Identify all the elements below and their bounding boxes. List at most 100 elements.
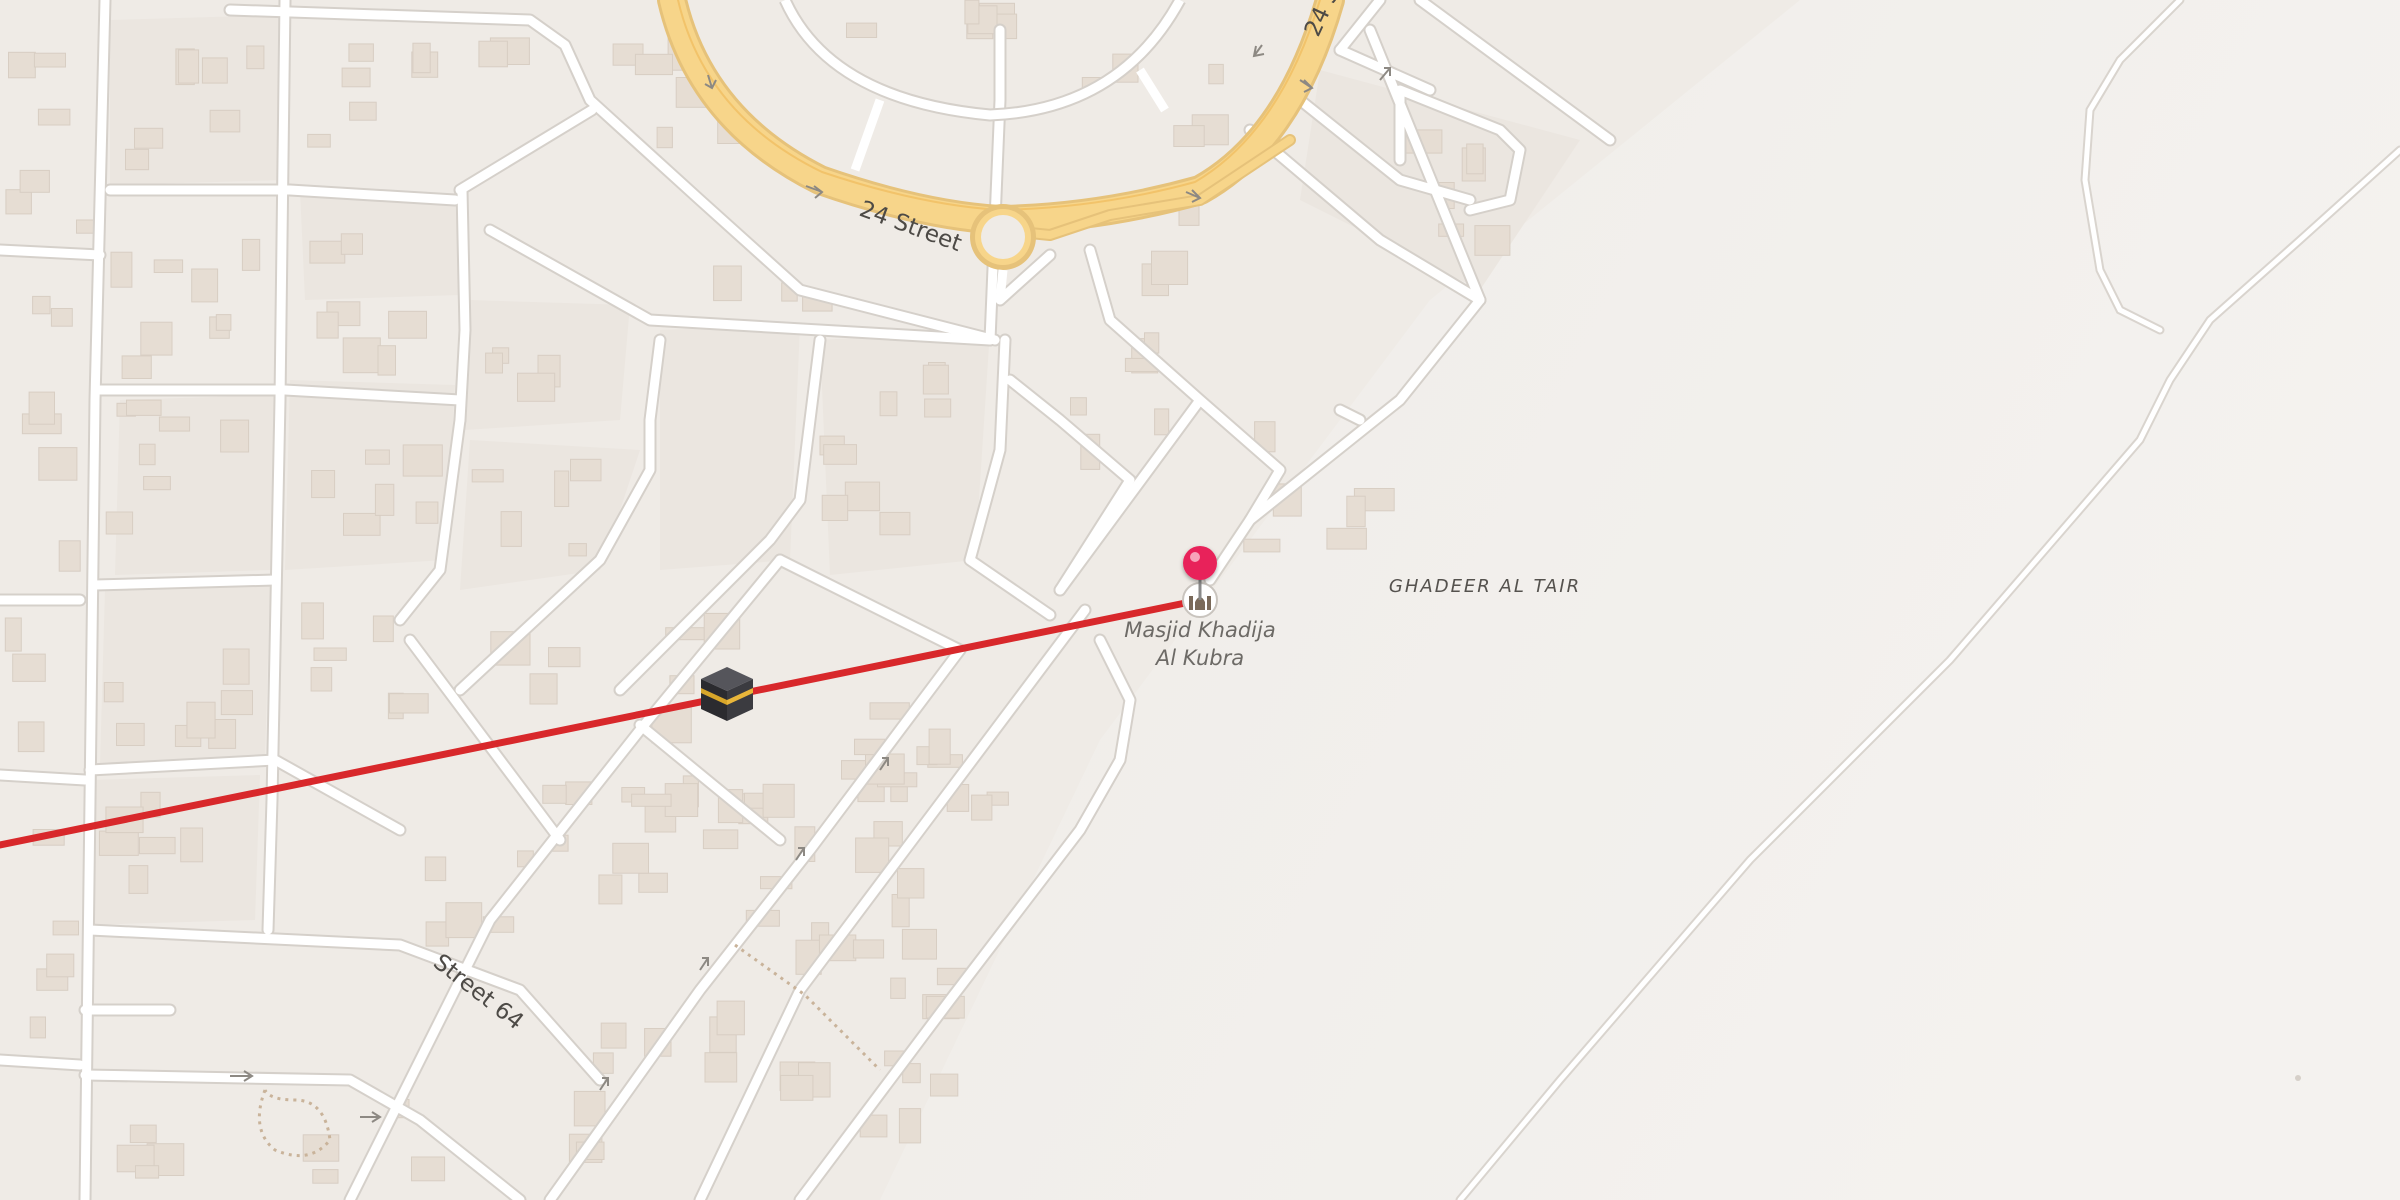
building bbox=[388, 310, 428, 339]
building bbox=[50, 308, 73, 327]
building bbox=[180, 827, 204, 863]
building bbox=[638, 872, 668, 893]
building bbox=[377, 345, 396, 376]
building bbox=[529, 673, 558, 705]
building bbox=[186, 701, 216, 739]
roundabout-center bbox=[981, 215, 1025, 259]
building bbox=[58, 540, 81, 572]
building bbox=[153, 259, 184, 273]
building bbox=[209, 109, 241, 133]
building bbox=[191, 268, 219, 303]
building bbox=[568, 543, 587, 557]
building bbox=[1154, 408, 1170, 436]
map-dot bbox=[2295, 1075, 2301, 1081]
building bbox=[215, 314, 232, 331]
building bbox=[1326, 527, 1367, 550]
building bbox=[891, 894, 910, 928]
building bbox=[542, 784, 567, 804]
building bbox=[139, 836, 176, 855]
building bbox=[241, 238, 261, 271]
building bbox=[135, 1165, 160, 1179]
building bbox=[548, 647, 581, 668]
building bbox=[424, 856, 447, 882]
building bbox=[855, 837, 890, 873]
building bbox=[316, 311, 339, 339]
building bbox=[17, 721, 45, 753]
building bbox=[402, 444, 443, 477]
building bbox=[29, 1016, 47, 1039]
building bbox=[1474, 225, 1511, 256]
building bbox=[349, 101, 377, 121]
building bbox=[365, 449, 390, 465]
building bbox=[103, 682, 124, 703]
building bbox=[517, 372, 556, 402]
building bbox=[964, 0, 980, 25]
building bbox=[126, 399, 162, 416]
building bbox=[222, 648, 250, 685]
building bbox=[425, 921, 450, 947]
building bbox=[928, 728, 951, 765]
building bbox=[105, 511, 134, 535]
map-canvas[interactable]: 24 Street Street 64 24 S Masjid Khadija … bbox=[0, 0, 2400, 1200]
building bbox=[1346, 495, 1366, 528]
building bbox=[38, 447, 78, 481]
building bbox=[879, 391, 898, 417]
building bbox=[52, 920, 79, 936]
building bbox=[890, 977, 906, 999]
building bbox=[1243, 538, 1281, 553]
building bbox=[98, 830, 139, 856]
building bbox=[158, 416, 191, 432]
building bbox=[1070, 397, 1087, 416]
building bbox=[134, 127, 164, 149]
building bbox=[415, 501, 439, 524]
building bbox=[478, 40, 508, 68]
building bbox=[412, 42, 431, 74]
building bbox=[971, 794, 993, 821]
building bbox=[897, 868, 925, 899]
building bbox=[340, 233, 363, 255]
building bbox=[852, 939, 885, 959]
building bbox=[570, 458, 602, 482]
building bbox=[246, 45, 265, 70]
building bbox=[411, 1156, 446, 1182]
building bbox=[704, 1052, 738, 1083]
building bbox=[702, 829, 739, 850]
building bbox=[612, 842, 649, 874]
building bbox=[313, 647, 347, 661]
building bbox=[307, 133, 331, 148]
building bbox=[600, 1022, 627, 1049]
building bbox=[780, 1074, 814, 1101]
building bbox=[76, 219, 96, 234]
building bbox=[930, 1073, 959, 1097]
building bbox=[201, 57, 228, 84]
building bbox=[33, 52, 67, 68]
building bbox=[844, 481, 881, 512]
building bbox=[634, 53, 674, 76]
building bbox=[716, 1000, 745, 1036]
building bbox=[5, 189, 32, 215]
building bbox=[309, 240, 346, 264]
building bbox=[922, 364, 949, 395]
building bbox=[12, 653, 46, 682]
building bbox=[898, 1108, 922, 1144]
area-label: GHADEER AL TAIR bbox=[1389, 576, 1581, 597]
map-svg[interactable]: 24 Street Street 64 24 S Masjid Khadija … bbox=[0, 0, 2400, 1200]
building bbox=[554, 470, 570, 507]
building bbox=[4, 617, 22, 652]
building bbox=[140, 321, 173, 356]
building bbox=[311, 470, 336, 499]
building bbox=[28, 391, 55, 425]
building bbox=[138, 443, 156, 466]
building bbox=[348, 43, 374, 62]
building bbox=[128, 865, 149, 894]
building bbox=[177, 49, 200, 84]
building bbox=[343, 512, 381, 536]
building bbox=[121, 355, 152, 379]
building bbox=[125, 148, 150, 171]
building bbox=[32, 295, 51, 315]
building bbox=[924, 398, 952, 418]
building bbox=[312, 1169, 339, 1184]
building bbox=[821, 494, 849, 521]
building bbox=[143, 476, 171, 491]
building bbox=[846, 22, 878, 38]
